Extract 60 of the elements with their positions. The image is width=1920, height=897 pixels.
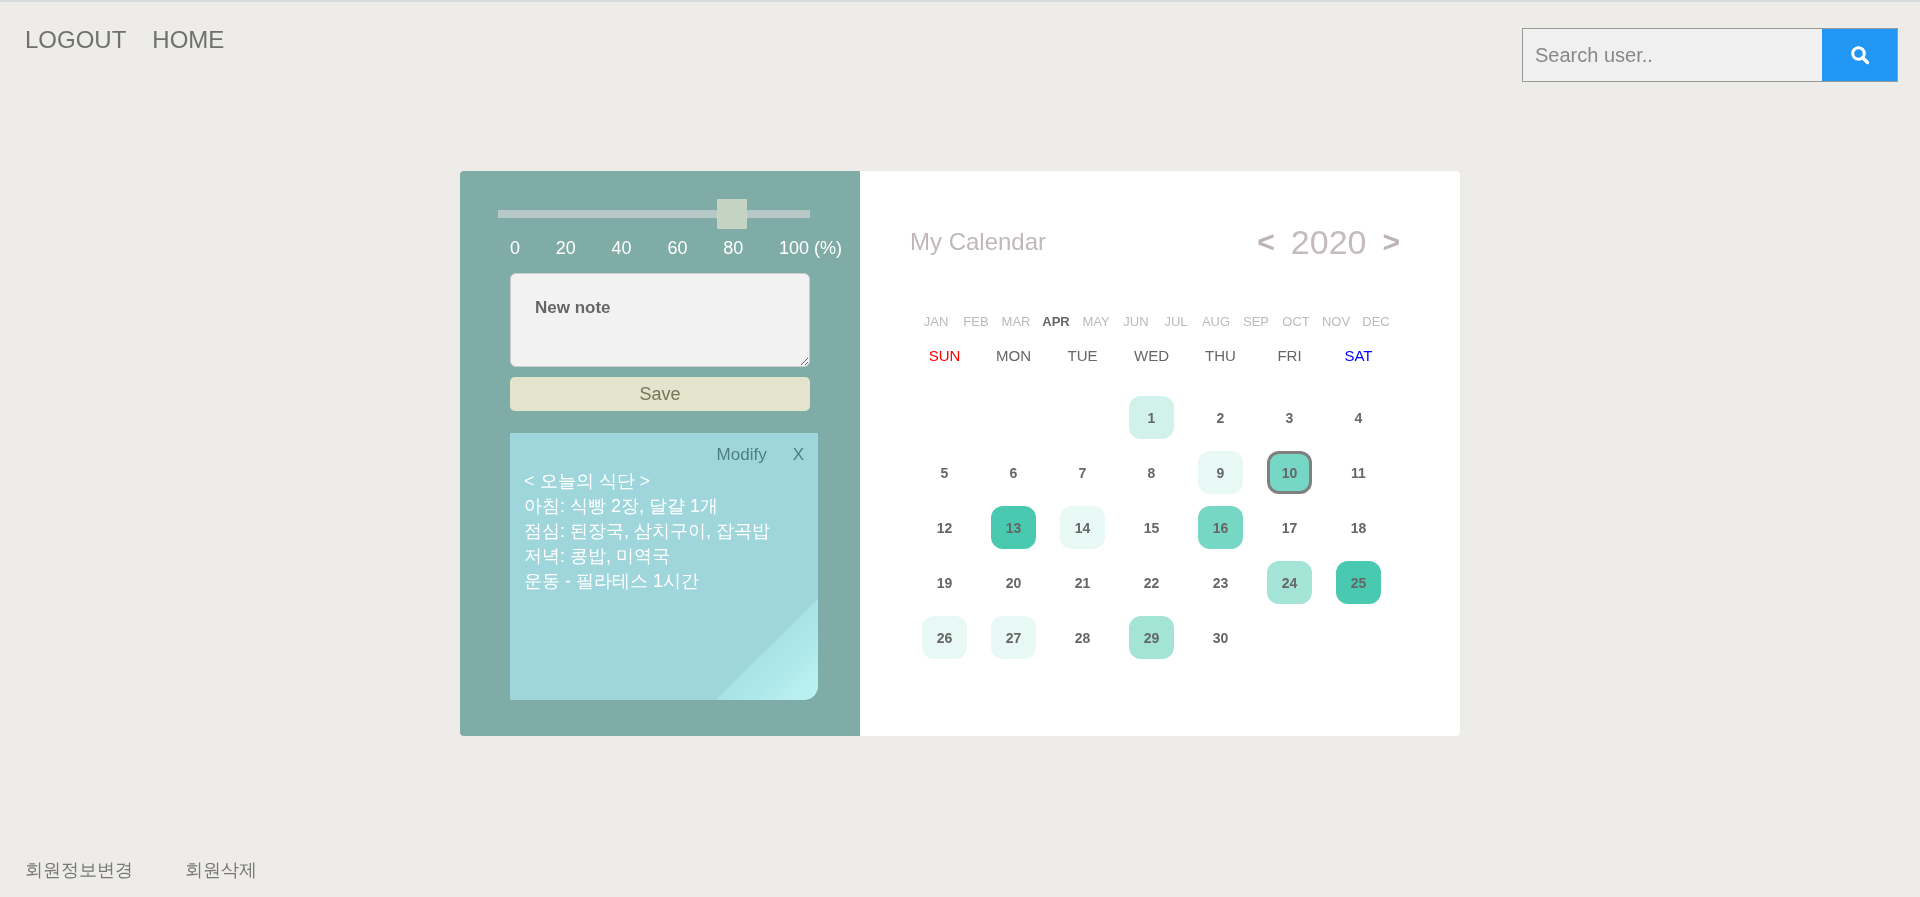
slider-tick-label: 0 (510, 238, 520, 259)
calendar-day[interactable]: 14 (1060, 506, 1105, 549)
nav-link[interactable]: HOME (152, 26, 225, 54)
calendar-day[interactable]: 18 (1336, 506, 1381, 549)
save-button[interactable]: Save (510, 377, 810, 411)
calendar-day[interactable]: 5 (922, 451, 967, 494)
account-link[interactable]: 회원삭제 (185, 858, 257, 882)
year-label: 2020 (1290, 222, 1367, 262)
slider-tick-label: 80 (723, 238, 744, 259)
note-text: 운동 - 필라테스 1시간 (524, 570, 700, 593)
calendar-title: My Calendar (910, 228, 1047, 256)
calendar-day[interactable]: 1 (1129, 396, 1174, 439)
note-action-link[interactable]: Modify (716, 445, 767, 465)
nav-link[interactable]: LOGOUT (25, 26, 127, 54)
weekday-label: SUN (927, 345, 962, 366)
calendar-day[interactable]: 26 (922, 616, 967, 659)
calendar-day[interactable]: 19 (922, 561, 967, 604)
weekday-label: TUE (1066, 345, 1099, 366)
calendar-day[interactable]: 3 (1267, 396, 1312, 439)
calendar-day[interactable]: 12 (922, 506, 967, 549)
calendar-day[interactable]: 20 (991, 561, 1036, 604)
calendar-day[interactable]: 24 (1267, 561, 1312, 604)
note-text: 저녁: 콩밥, 미역국 (524, 545, 671, 568)
calendar-day[interactable]: 16 (1198, 506, 1243, 549)
calendar-day[interactable]: 23 (1198, 561, 1243, 604)
calendar-day[interactable]: 15 (1129, 506, 1174, 549)
calendar-day[interactable]: 21 (1060, 561, 1105, 604)
slider-tick-label: 40 (611, 238, 632, 259)
calendar-day[interactable]: 10 (1267, 451, 1312, 494)
calendar-day[interactable]: 22 (1129, 561, 1174, 604)
note-action-link[interactable]: X (792, 445, 804, 465)
slider-tick-label: 100 (%) (778, 238, 842, 259)
note-text: 아침: 식빵 2장, 달걀 1개 (524, 495, 720, 518)
calendar-day[interactable]: 2 (1198, 396, 1243, 439)
weekday-label: WED (1133, 345, 1170, 366)
weekday-label: THU (1204, 345, 1237, 366)
slider-tick-label: 20 (555, 238, 576, 259)
weekday-label: FRI (1276, 345, 1303, 366)
weekday-label: SAT (1343, 345, 1374, 366)
calendar-day[interactable]: 28 (1060, 616, 1105, 659)
calendar-day[interactable]: 13 (991, 506, 1036, 549)
calendar-day[interactable]: 6 (991, 451, 1036, 494)
calendar-day[interactable]: 7 (1060, 451, 1105, 494)
month-tab[interactable]: APR (1036, 314, 1076, 329)
note-text: < 오늘의 식단 > (524, 470, 652, 493)
slider-tick-label: 60 (667, 238, 688, 259)
calendar-day[interactable]: 9 (1198, 451, 1243, 494)
calendar-day[interactable]: 25 (1336, 561, 1381, 604)
calendar-day[interactable]: 29 (1129, 616, 1174, 659)
note-field[interactable]: New note (510, 273, 810, 367)
slider-thumb[interactable] (717, 199, 747, 229)
account-link[interactable]: 회원정보변경 (25, 858, 133, 882)
calendar-day[interactable]: 4 (1336, 396, 1381, 439)
calendar-day[interactable]: 8 (1129, 451, 1174, 494)
note-text: 점심: 된장국, 삼치구이, 잡곡밥 (524, 520, 771, 543)
calendar-day[interactable]: 30 (1198, 616, 1243, 659)
calendar-day[interactable]: 17 (1267, 506, 1312, 549)
calendar-day[interactable]: 27 (991, 616, 1036, 659)
weekday-label: MON (995, 345, 1032, 366)
calendar-day[interactable]: 11 (1336, 451, 1381, 494)
